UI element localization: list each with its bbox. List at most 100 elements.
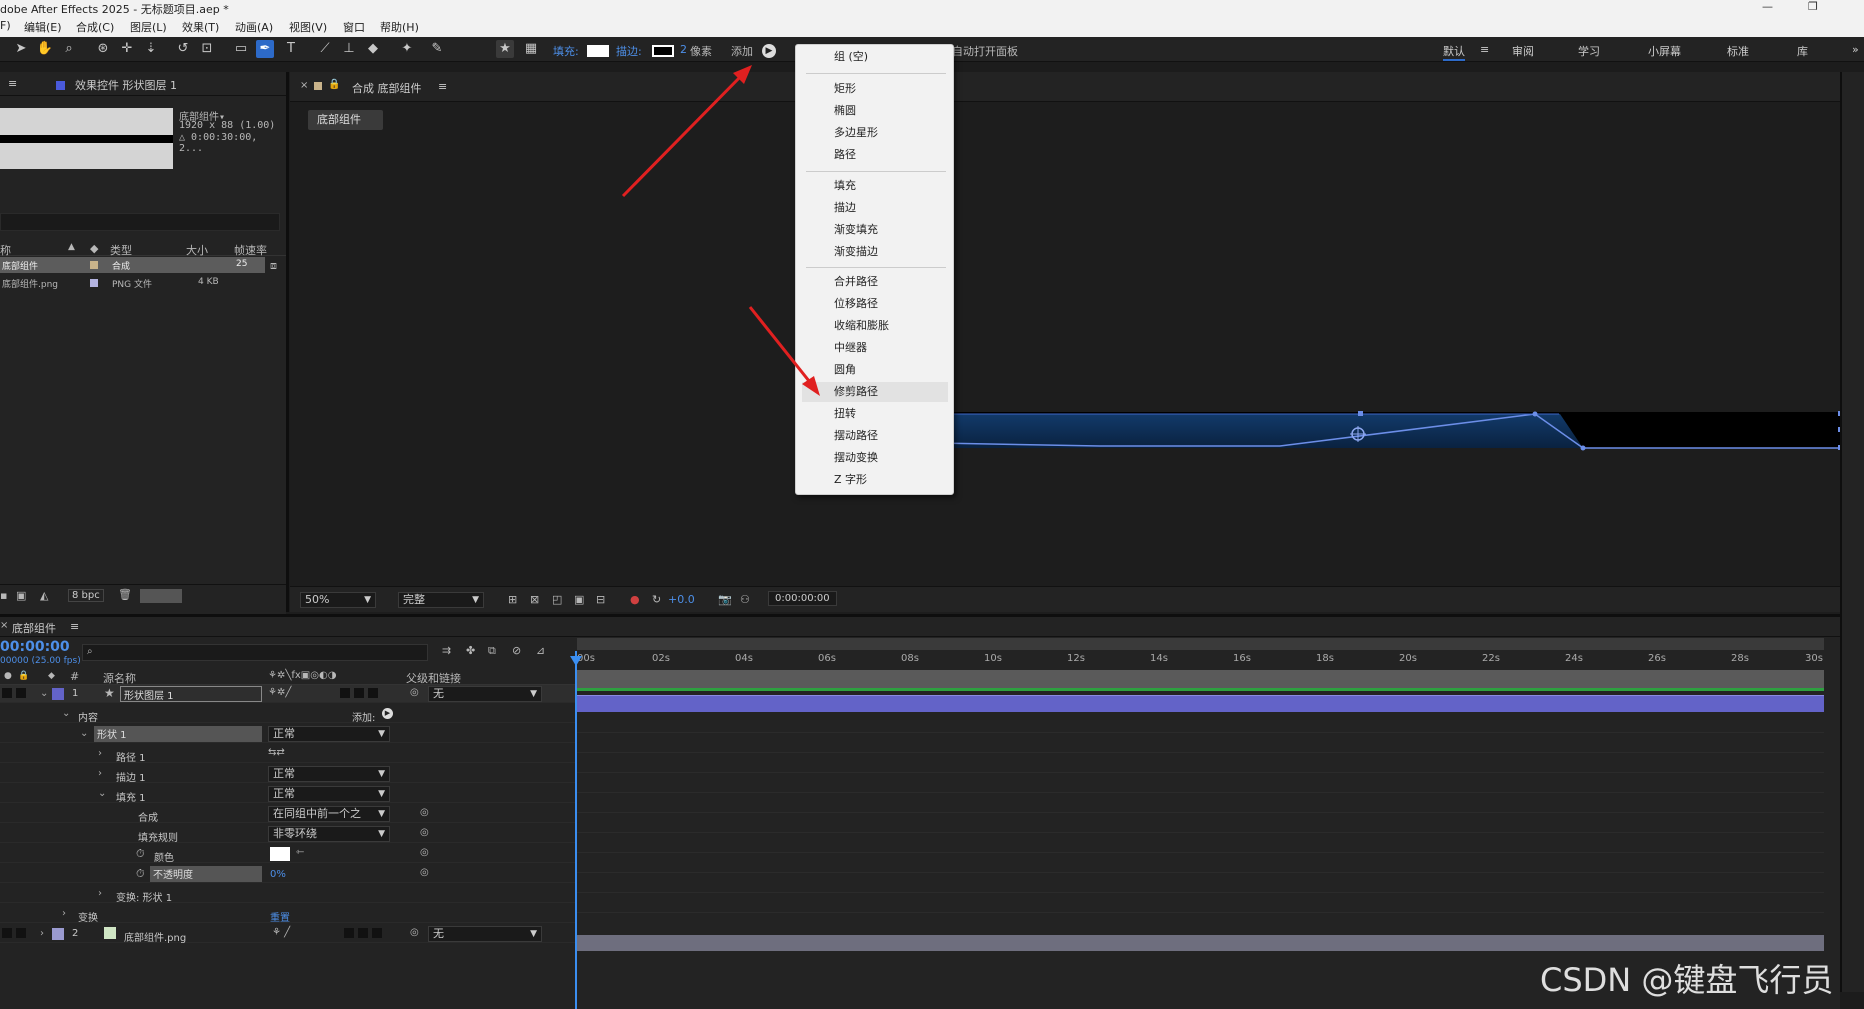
composite-dropdown[interactable]: 在同组中前一个之 ▼ (268, 806, 390, 822)
menu-layer[interactable]: 图层(L) (130, 19, 167, 35)
channel-icon[interactable]: ● (630, 593, 640, 606)
layer-1-duration-bar[interactable] (577, 695, 1824, 712)
menu-item-trim-paths[interactable]: 修剪路径 (834, 382, 944, 402)
workspace-review[interactable]: 审阅 (1512, 43, 1534, 59)
menu-item-repeater[interactable]: 中继器 (834, 338, 944, 358)
blend-mode-dropdown[interactable]: 正常 ▼ (268, 726, 390, 742)
pickwhip-icon[interactable]: ◎ (410, 687, 419, 698)
close-tab-icon[interactable]: × (300, 80, 308, 91)
handle-icon[interactable] (1358, 411, 1363, 416)
col-name[interactable]: 称 (0, 242, 11, 258)
project-footer-slider[interactable] (140, 589, 182, 603)
chevron-right-icon[interactable]: › (62, 908, 66, 919)
menu-item-ellipse[interactable]: 椭圆 (834, 101, 944, 121)
selection-tool-icon[interactable]: ➤ (12, 40, 30, 58)
menu-item-twist[interactable]: 扭转 (834, 404, 944, 424)
comp-mini-flowchart-icon[interactable]: ⇉ (442, 644, 451, 657)
comp-tab[interactable]: 合成 底部组件 (352, 80, 422, 96)
chevron-right-icon[interactable]: › (40, 928, 44, 939)
video-toggle-icon[interactable]: ● (4, 671, 12, 681)
switch-box[interactable] (344, 928, 354, 938)
transparency-grid-icon[interactable]: ⊠ (530, 593, 539, 606)
switch-box[interactable] (340, 688, 350, 698)
eyedropper-icon[interactable]: ⇽ (296, 847, 304, 858)
interpret-footage-icon[interactable]: ▪ (0, 589, 7, 602)
fill-mode-dropdown[interactable]: 正常 ▼ (268, 786, 390, 802)
switch-box[interactable] (354, 688, 364, 698)
guides-icon[interactable]: ⊟ (596, 593, 605, 606)
chevron-right-icon[interactable]: › (98, 888, 102, 899)
col-size[interactable]: 大小 (186, 242, 208, 258)
star-toggle-icon[interactable]: ★ (496, 40, 514, 58)
layer-switches-icon[interactable]: ⚘✲╱ (268, 687, 291, 698)
clone-stamp-tool-icon[interactable]: ⊥ (340, 40, 358, 58)
dolly-tool-icon[interactable]: ⇣ (142, 40, 160, 58)
new-folder-icon[interactable]: ▣ (16, 589, 26, 602)
label-col-icon[interactable]: ◆ (48, 671, 55, 681)
comp-viewport[interactable] (580, 332, 1860, 482)
menu-item-merge-paths[interactable]: 合并路径 (834, 272, 944, 292)
col-source-name[interactable]: 源名称 (103, 670, 136, 686)
zoom-tool-icon[interactable]: ⌕ (60, 40, 78, 58)
chevron-down-icon[interactable]: ⌄ (98, 788, 106, 799)
chevron-down-icon[interactable]: ⌄ (80, 728, 88, 739)
timeline-menu-icon[interactable]: ≡ (70, 620, 79, 633)
menu-item-gradient-fill[interactable]: 渐变填充 (834, 220, 944, 240)
opacity-value[interactable]: 0% (270, 869, 286, 880)
menu-item-gradient-stroke[interactable]: 渐变描边 (834, 242, 944, 262)
fill-swatch[interactable] (587, 45, 609, 57)
expression-pickwhip-icon[interactable]: ◎ (420, 847, 429, 858)
menu-file[interactable]: F) (0, 19, 11, 32)
new-comp-icon[interactable]: ◭ (40, 589, 48, 602)
layer-name[interactable]: 底部组件.png (124, 929, 186, 944)
vertex-icon[interactable] (1532, 411, 1538, 417)
minimize-icon[interactable]: — (1762, 0, 1773, 13)
delete-icon[interactable]: 🗑 (118, 588, 132, 601)
add-button-icon[interactable]: ▶ (382, 708, 393, 719)
orbit-tool-icon[interactable]: ⊛ (94, 40, 112, 58)
menu-item-polystar[interactable]: 多边星形 (834, 123, 944, 143)
menu-item-offset-paths[interactable]: 位移路径 (834, 294, 944, 314)
expression-pickwhip-icon[interactable]: ◎ (420, 807, 429, 818)
workspace-small-screen[interactable]: 小屏幕 (1648, 43, 1681, 59)
lock-icon[interactable]: 🔒 (328, 79, 340, 90)
fill-row[interactable]: ⌄ 填充 1 正常 ▼ (0, 785, 575, 804)
flowchart-icon[interactable]: ⧈ (270, 259, 277, 273)
snapshot-icon[interactable]: 📷 (718, 593, 732, 606)
menu-item-wiggle-transform[interactable]: 摆动变换 (834, 448, 944, 468)
draft-3d-icon[interactable]: ✤ (466, 644, 475, 657)
transform-row[interactable]: › 变换 重置 (0, 905, 575, 924)
stopwatch-icon[interactable]: ⏱ (136, 847, 145, 861)
layer-row-2[interactable]: › 2 底部组件.png ⚘ ╱ ◎ 无 ▼ (0, 925, 575, 944)
roto-brush-tool-icon[interactable]: ✦ (398, 40, 416, 58)
comp-timecode[interactable]: 0:00:00:00 (768, 591, 837, 606)
hand-tool-icon[interactable]: ✋ (36, 40, 54, 58)
workspace-library[interactable]: 库 (1797, 43, 1808, 59)
menu-item-fill[interactable]: 填充 (834, 176, 944, 196)
sort-icon[interactable]: ▲ (68, 242, 75, 252)
reset-link[interactable]: 重置 (270, 909, 290, 924)
opacity-row[interactable]: ⏱ 不透明度 0% ◎ (0, 865, 575, 883)
switch-box[interactable] (368, 688, 378, 698)
grid-toggle-icon[interactable]: ▦ (522, 40, 540, 58)
chevron-down-icon[interactable]: ⌄ (40, 688, 48, 699)
menu-item-stroke[interactable]: 描边 (834, 198, 944, 218)
menu-animation[interactable]: 动画(A) (235, 19, 273, 35)
switches-icons[interactable]: ⚘✲╲fx▣◎◐◑ (268, 670, 336, 681)
pickwhip-icon[interactable]: ◎ (410, 927, 419, 938)
menu-effect[interactable]: 效果(T) (182, 19, 219, 35)
project-item-row[interactable]: 底部组件 合成 25 (0, 257, 265, 273)
transform-shape-row[interactable]: › 变换: 形状 1 (0, 885, 575, 904)
layer-label-swatch[interactable] (52, 928, 64, 940)
exposure-value[interactable]: +0.0 (668, 593, 695, 606)
layer-2-duration-bar[interactable] (577, 935, 1824, 951)
path-direction-icon[interactable]: ⇆⇄ (268, 747, 285, 758)
layer-row-1[interactable]: ⌄ 1 ★ 形状图层 1 ⚘✲╱ ◎ 无 ▼ (0, 685, 575, 703)
add-shape-button-icon[interactable]: ▶ (762, 44, 776, 58)
menu-edit[interactable]: 编辑(E) (24, 19, 62, 35)
menu-item-wiggle-paths[interactable]: 摆动路径 (834, 426, 944, 446)
stroke-swatch[interactable] (652, 45, 674, 57)
menu-item-path[interactable]: 路径 (834, 145, 944, 165)
shape-group-row[interactable]: ⌄ 形状 1 正常 ▼ (0, 725, 575, 743)
effect-controls-tab[interactable]: 效果控件 形状图层 1 (75, 77, 177, 93)
